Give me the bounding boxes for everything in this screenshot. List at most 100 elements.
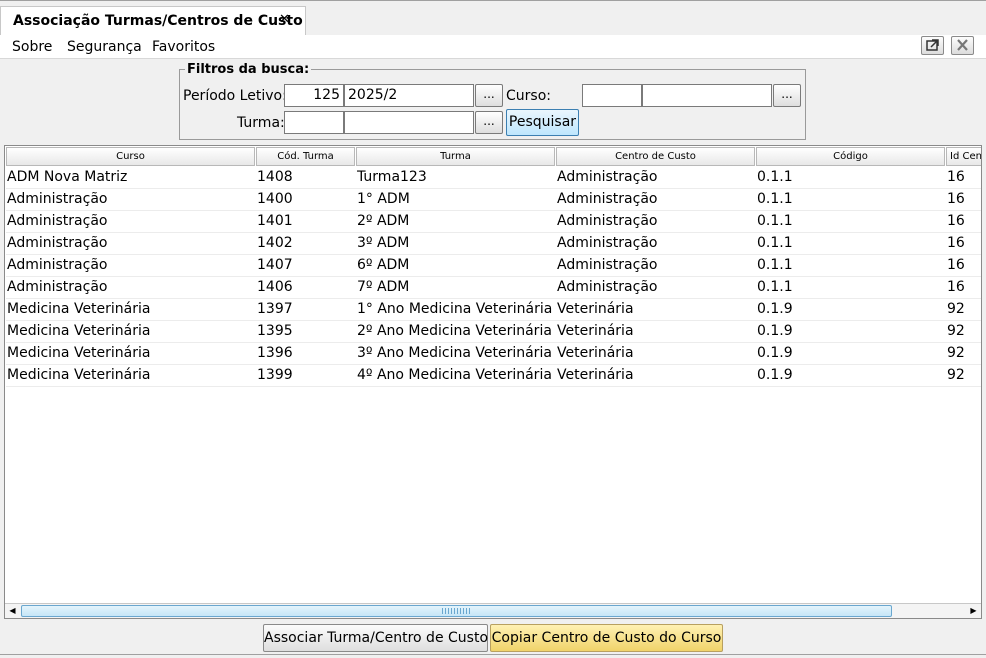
header-turma[interactable]: Turma <box>356 147 555 166</box>
cell-centro-custo: Veterinária <box>557 301 634 317</box>
results-table: Curso Cód. Turma Turma Centro de Custo C… <box>4 145 982 619</box>
header-curso[interactable]: Curso <box>6 147 255 166</box>
cell-turma: Turma123 <box>357 169 427 185</box>
cell-centro-custo: Administração <box>557 169 658 185</box>
scroll-thumb[interactable] <box>21 605 892 617</box>
cell-turma: 1° Ano Medicina Veterinária <box>357 301 553 317</box>
horizontal-scrollbar[interactable]: ◀ ▶ <box>5 603 981 618</box>
cell-codigo: 0.1.1 <box>757 257 793 273</box>
header-codigo[interactable]: Código <box>756 147 945 166</box>
bottom-divider <box>0 654 986 658</box>
filters-legend: Filtros da busca: <box>185 62 312 77</box>
cell-turma: 2º ADM <box>357 213 410 229</box>
turma-code-input[interactable] <box>284 111 344 134</box>
copiar-centro-custo-button[interactable]: Copiar Centro de Custo do Curso <box>490 624 723 652</box>
table-row[interactable]: Administração 1402 3º ADM Administração 0.1.… <box>6 233 981 255</box>
cell-centro-custo: Veterinária <box>557 367 634 383</box>
popout-button[interactable] <box>921 36 944 55</box>
curso-lookup-button[interactable]: ... <box>773 84 801 107</box>
table-row[interactable]: Administração 1407 6º ADM Administração 0.1.… <box>6 255 981 277</box>
header-id-centro[interactable]: Id Cen <box>946 147 981 166</box>
scroll-left-icon[interactable]: ◀ <box>5 604 20 618</box>
cell-curso: ADM Nova Matriz <box>7 169 128 185</box>
cell-turma: 3º Ano Medicina Veterinária <box>357 345 552 361</box>
periodo-label: Período Letivo: <box>183 88 287 104</box>
table-row[interactable]: Medicina Veterinária 1399 4º Ano Medicina … <box>6 365 981 387</box>
cell-turma: 2º Ano Medicina Veterinária <box>357 323 552 339</box>
table-row[interactable]: Medicina Veterinária 1397 1° Ano Medicina … <box>6 299 981 321</box>
scroll-right-icon[interactable]: ▶ <box>966 604 981 618</box>
curso-code-input[interactable] <box>582 84 642 107</box>
pesquisar-button[interactable]: Pesquisar <box>506 109 579 136</box>
curso-name-input[interactable] <box>642 84 772 107</box>
periodo-code-input[interactable]: 125 <box>284 84 344 107</box>
cell-cod-turma: 1408 <box>257 169 293 185</box>
tab-close-icon[interactable]: ✕ <box>279 12 290 27</box>
cell-codigo: 0.1.1 <box>757 213 793 229</box>
close-icon <box>957 39 968 51</box>
table-row[interactable]: Administração 1401 2º ADM Administração 0.1.… <box>6 211 981 233</box>
close-window-button[interactable] <box>951 36 974 55</box>
cell-codigo: 0.1.1 <box>757 235 793 251</box>
table-row[interactable]: ADM Nova Matriz 1408 Turma123 Administração… <box>6 167 981 189</box>
cell-turma: 3º ADM <box>357 235 410 251</box>
cell-cod-turma: 1406 <box>257 279 293 295</box>
cell-centro-custo: Veterinária <box>557 323 634 339</box>
cell-codigo: 0.1.1 <box>757 169 793 185</box>
cell-codigo: 0.1.9 <box>757 367 793 383</box>
header-centro-custo[interactable]: Centro de Custo <box>556 147 755 166</box>
cell-turma: 4º Ano Medicina Veterinária <box>357 367 552 383</box>
cell-cod-turma: 1401 <box>257 213 293 229</box>
cell-curso: Medicina Veterinária <box>7 323 151 339</box>
tab-associacao[interactable]: Associação Turmas/Centros de Custo ✕ <box>0 6 306 35</box>
cell-codigo: 0.1.1 <box>757 279 793 295</box>
cell-centro-custo: Administração <box>557 191 658 207</box>
cell-codigo: 0.1.9 <box>757 323 793 339</box>
table-row[interactable]: Administração 1406 7º ADM Administração 0.1.… <box>6 277 981 299</box>
menu-bar: Sobre Segurança Favoritos <box>0 35 986 59</box>
associar-turma-centro-button[interactable]: Associar Turma/Centro de Custo <box>263 624 488 652</box>
cell-cod-turma: 1396 <box>257 345 293 361</box>
cell-cod-turma: 1397 <box>257 301 293 317</box>
cell-curso: Medicina Veterinária <box>7 367 151 383</box>
cell-id-centro: 92 <box>947 323 965 339</box>
cell-centro-custo: Administração <box>557 257 658 273</box>
menu-favoritos[interactable]: Favoritos <box>152 39 215 55</box>
turma-lookup-button[interactable]: ... <box>475 111 503 134</box>
turma-label: Turma: <box>237 115 285 131</box>
cell-cod-turma: 1395 <box>257 323 293 339</box>
cell-codigo: 0.1.9 <box>757 301 793 317</box>
cell-cod-turma: 1407 <box>257 257 293 273</box>
cell-centro-custo: Administração <box>557 279 658 295</box>
cell-turma: 6º ADM <box>357 257 410 273</box>
cell-id-centro: 16 <box>947 191 965 207</box>
cell-codigo: 0.1.9 <box>757 345 793 361</box>
cell-cod-turma: 1400 <box>257 191 293 207</box>
cell-cod-turma: 1399 <box>257 367 293 383</box>
menu-sobre[interactable]: Sobre <box>12 39 52 55</box>
table-row[interactable]: Medicina Veterinária 1395 2º Ano Medicina … <box>6 321 981 343</box>
cell-id-centro: 92 <box>947 345 965 361</box>
cell-curso: Administração <box>7 257 108 273</box>
header-cod-turma[interactable]: Cód. Turma <box>256 147 355 166</box>
popout-icon <box>926 39 939 51</box>
cell-id-centro: 16 <box>947 279 965 295</box>
cell-codigo: 0.1.1 <box>757 191 793 207</box>
periodo-name-input[interactable]: 2025/2 <box>344 84 474 107</box>
menu-seguranca[interactable]: Segurança <box>67 39 142 55</box>
cell-curso: Administração <box>7 213 108 229</box>
periodo-lookup-button[interactable]: ... <box>475 84 503 107</box>
cell-id-centro: 16 <box>947 257 965 273</box>
cell-cod-turma: 1402 <box>257 235 293 251</box>
table-row[interactable]: Administração 1400 1° ADM Administração 0.1.… <box>6 189 981 211</box>
cell-turma: 7º ADM <box>357 279 410 295</box>
table-row[interactable]: Medicina Veterinária 1396 3º Ano Medicina … <box>6 343 981 365</box>
cell-curso: Administração <box>7 279 108 295</box>
cell-id-centro: 16 <box>947 169 965 185</box>
cell-centro-custo: Administração <box>557 213 658 229</box>
turma-name-input[interactable] <box>344 111 474 134</box>
cell-curso: Medicina Veterinária <box>7 301 151 317</box>
cell-id-centro: 16 <box>947 213 965 229</box>
cell-id-centro: 16 <box>947 235 965 251</box>
scroll-grip <box>442 608 472 614</box>
